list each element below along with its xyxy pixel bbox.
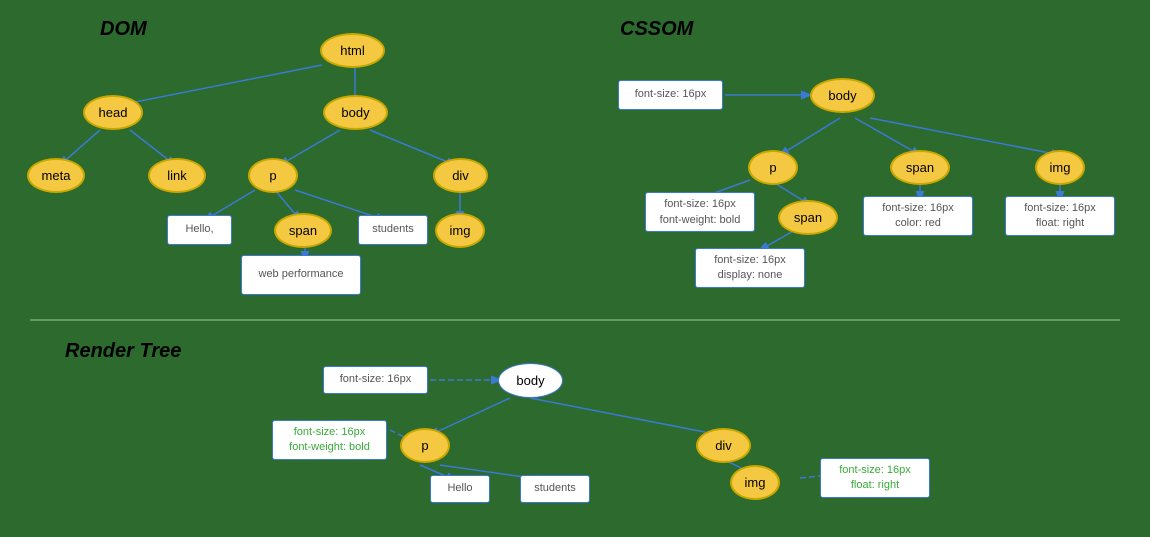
- cssom-span-p-style-rect: font-size: 16pxdisplay: none: [695, 248, 805, 288]
- render-p-node: p: [400, 428, 450, 463]
- dom-title: DOM: [100, 18, 147, 41]
- dom-head-node: head: [83, 95, 143, 130]
- cssom-img-style-rect: font-size: 16pxfloat: right: [1005, 196, 1115, 236]
- dom-meta-node: meta: [27, 158, 85, 193]
- cssom-span-p-node: span: [778, 200, 838, 235]
- cssom-p-node: p: [748, 150, 798, 185]
- cssom-p-style-rect: font-size: 16pxfont-weight: bold: [645, 192, 755, 232]
- cssom-body-style-rect: font-size: 16px: [618, 80, 723, 110]
- dom-link-node: link: [148, 158, 206, 193]
- dom-span-node: span: [274, 213, 332, 248]
- cssom-span-style-rect: font-size: 16pxcolor: red: [863, 196, 973, 236]
- render-students-rect: students: [520, 475, 590, 503]
- connection-lines: [0, 0, 1150, 537]
- dom-p-node: p: [248, 158, 298, 193]
- render-body-style-rect: font-size: 16px: [323, 366, 428, 394]
- dom-html-node: html: [320, 33, 385, 68]
- render-p-style-rect: font-size: 16pxfont-weight: bold: [272, 420, 387, 460]
- dom-body-node: body: [323, 95, 388, 130]
- render-body-node: body: [498, 363, 563, 398]
- render-hello-rect: Hello: [430, 475, 490, 503]
- render-div-node: div: [696, 428, 751, 463]
- dom-hello-rect: Hello,: [167, 215, 232, 245]
- dom-students-rect: students: [358, 215, 428, 245]
- cssom-span-node: span: [890, 150, 950, 185]
- dom-img-node: img: [435, 213, 485, 248]
- cssom-title: CSSOM: [620, 18, 693, 41]
- render-img-style-rect: font-size: 16pxfloat: right: [820, 458, 930, 498]
- cssom-img-node: img: [1035, 150, 1085, 185]
- render-tree-title: Render Tree: [65, 340, 181, 363]
- render-img-node: img: [730, 465, 780, 500]
- diagram-container: DOM CSSOM Render Tree html head body met…: [0, 0, 1150, 537]
- dom-div-node: div: [433, 158, 488, 193]
- cssom-body-node: body: [810, 78, 875, 113]
- dom-web-performance-rect: web performance: [241, 255, 361, 295]
